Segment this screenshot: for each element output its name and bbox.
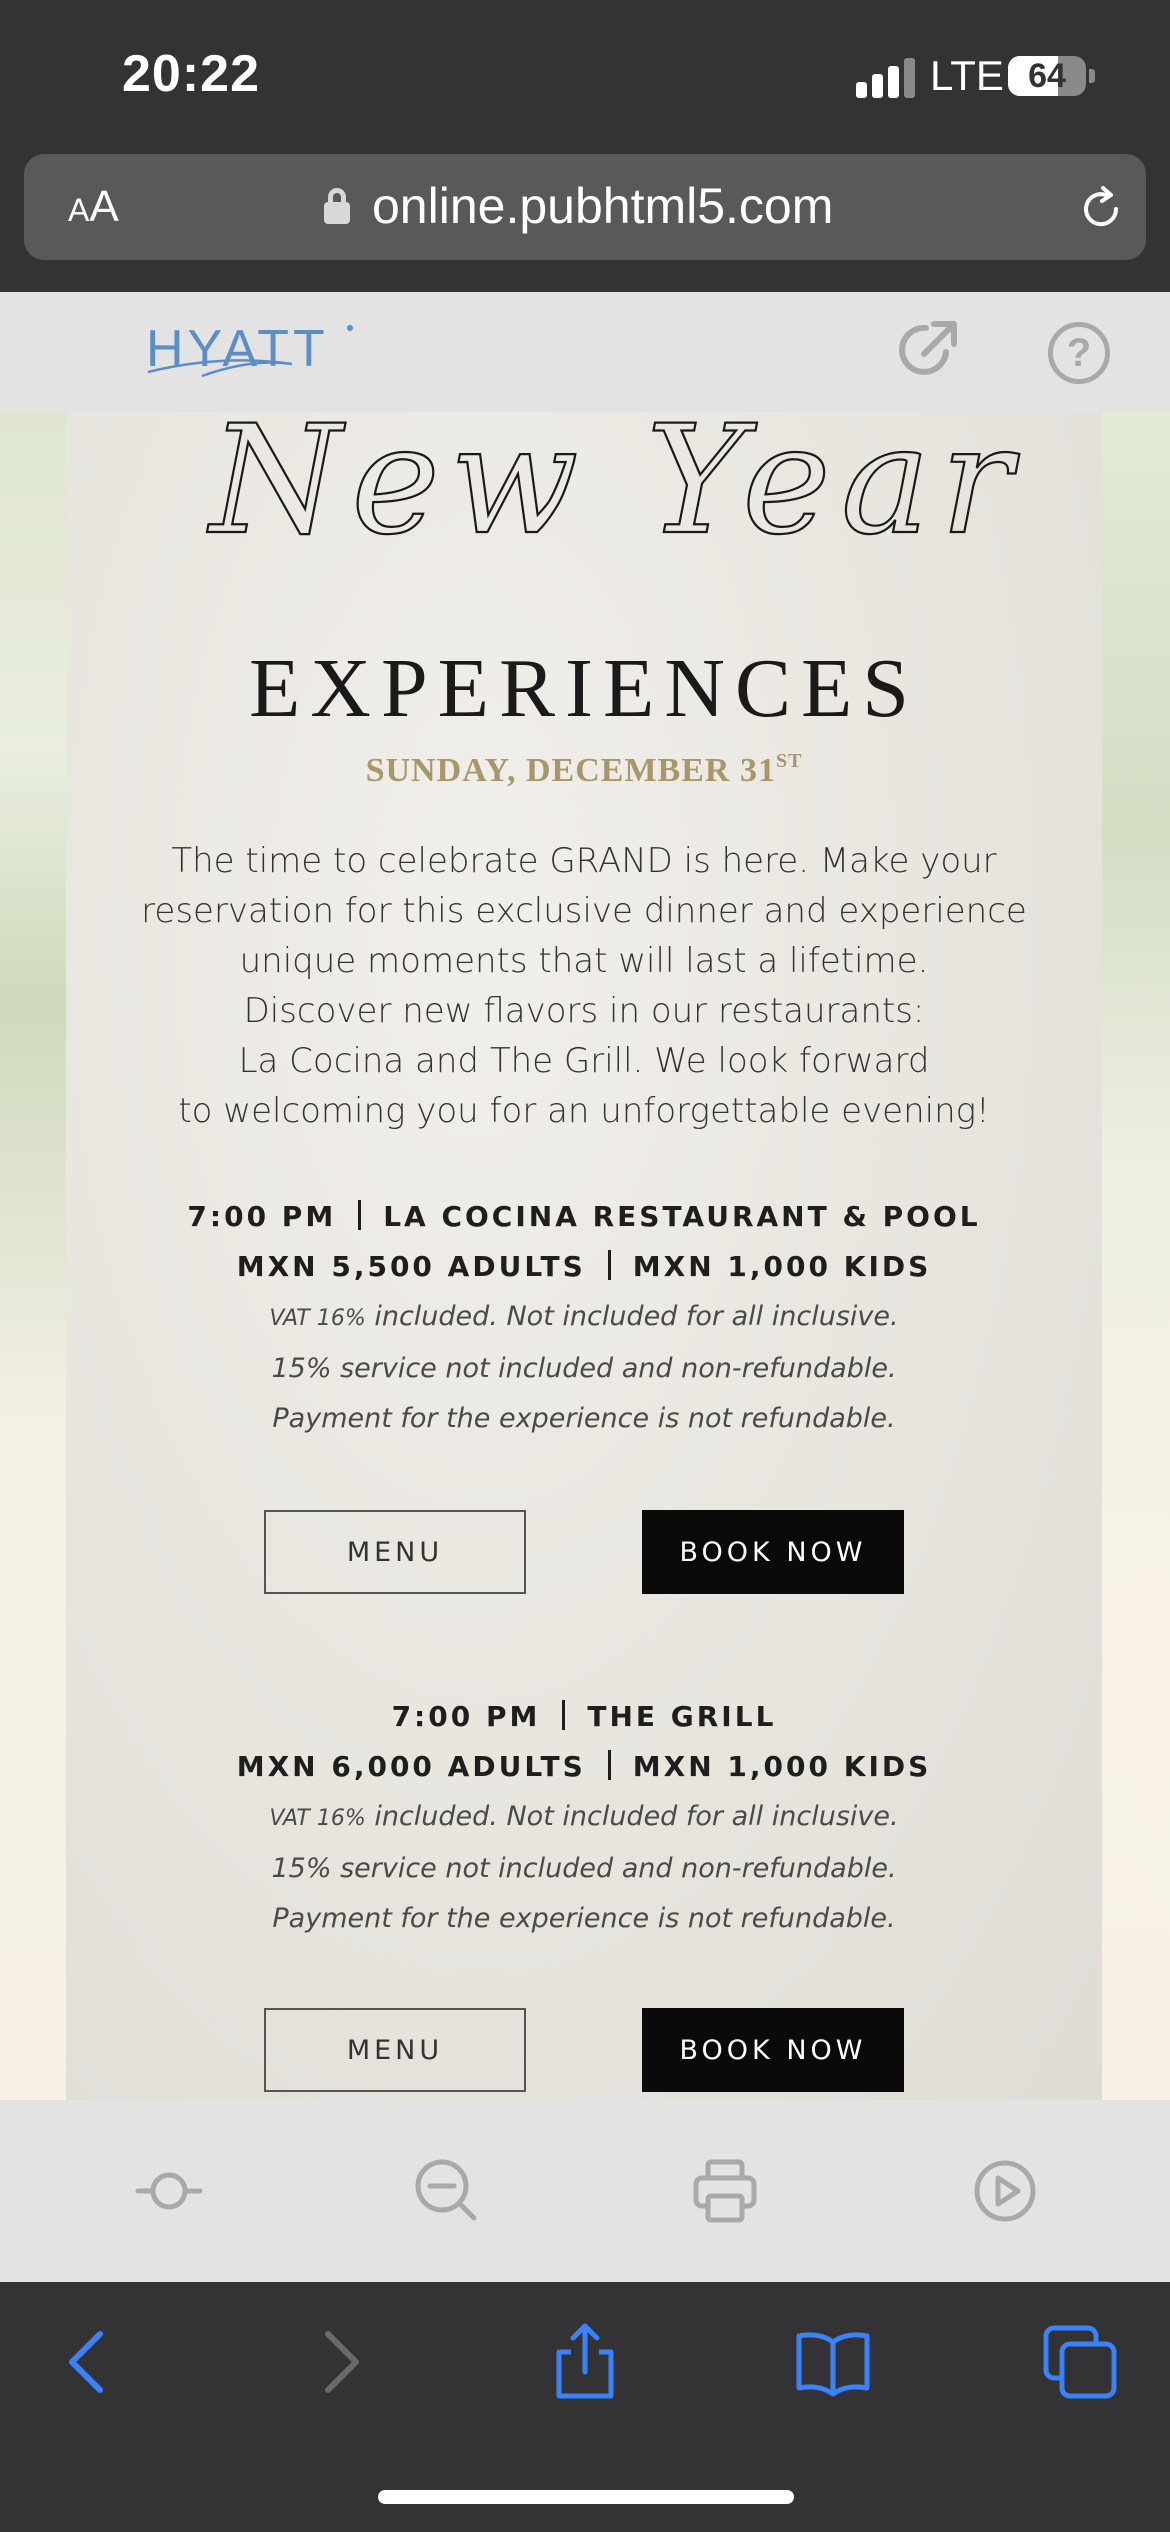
event-note-vat: VAT 16% included. Not included for all i… <box>269 1801 899 1832</box>
event-prices: MXN 6,000 ADULTS MXN 1,000 KIDS <box>236 1750 932 1783</box>
lock-icon <box>324 188 350 224</box>
viewer-header: HYATT ? <box>0 292 1170 412</box>
network-type: LTE <box>930 52 1004 99</box>
event-time-venue: 7:00 PM THE GRILL <box>391 1700 777 1733</box>
url-field[interactable]: online.pubhtml5.com <box>324 178 833 234</box>
reader-settings-button[interactable]: AA <box>68 182 119 232</box>
flipbook-viewer: HYATT ? New Year EXPERIENCES SUNDAY, DEC… <box>0 292 1170 2100</box>
battery-tip <box>1089 69 1095 83</box>
fit-page-icon[interactable] <box>134 2156 204 2226</box>
help-icon[interactable]: ? <box>1048 322 1110 384</box>
svg-text:HYATT: HYATT <box>146 320 329 378</box>
event-the-grill: 7:00 PM THE GRILL MXN 6,000 ADULTS MXN 1,0… <box>66 1692 1102 1944</box>
event-note-service: 15% service not included and non-refunda… <box>271 1353 897 1384</box>
home-indicator[interactable] <box>378 2490 794 2504</box>
status-time: 20:22 <box>122 45 260 103</box>
background-left <box>0 412 68 2100</box>
address-bar[interactable]: AA online.pubhtml5.com <box>24 154 1146 260</box>
menu-button-the-grill[interactable]: MENU <box>264 2008 526 2092</box>
print-icon[interactable] <box>690 2156 760 2226</box>
headline: EXPERIENCES <box>248 642 920 735</box>
tabs-icon[interactable] <box>1040 2322 1120 2402</box>
zoom-out-icon[interactable] <box>412 2156 482 2226</box>
book-now-button-the-grill[interactable]: BOOK NOW <box>642 2008 904 2092</box>
signal-strength-icon <box>856 58 916 98</box>
back-icon[interactable] <box>48 2322 128 2402</box>
book-now-button-la-cocina[interactable]: BOOK NOW <box>642 1510 904 1594</box>
intro-text: The time to celebrate GRAND is here. Mak… <box>141 841 1027 1131</box>
event-date: SUNDAY, DECEMBER 31ST <box>365 750 803 789</box>
status-bar: 20:22 LTE 64 <box>0 0 1170 150</box>
autoplay-icon[interactable] <box>970 2156 1040 2226</box>
event-prices: MXN 5,500 ADULTS MXN 1,000 KIDS <box>236 1250 932 1283</box>
forward-icon[interactable] <box>300 2322 380 2402</box>
share-external-icon[interactable] <box>896 318 960 382</box>
event-la-cocina: 7:00 PM LA COCINA RESTAURANT & POOL MXN 5… <box>66 1192 1102 1444</box>
event-note-service: 15% service not included and non-refunda… <box>271 1853 897 1884</box>
hyatt-logo[interactable]: HYATT <box>142 314 362 394</box>
viewer-controls <box>0 2100 1170 2282</box>
background-right <box>1100 412 1170 2100</box>
event-note-payment: Payment for the experience is not refund… <box>272 1903 896 1934</box>
event-note-vat: VAT 16% included. Not included for all i… <box>269 1301 899 1332</box>
script-title: New Year <box>206 412 1022 569</box>
reload-icon[interactable] <box>1076 184 1126 234</box>
battery-icon: 64 <box>1008 56 1086 96</box>
share-icon[interactable] <box>545 2322 625 2402</box>
battery-level: 64 <box>1028 57 1066 95</box>
menu-button-la-cocina[interactable]: MENU <box>264 1510 526 1594</box>
flyer-page: New Year EXPERIENCES SUNDAY, DECEMBER 31… <box>66 412 1102 2100</box>
event-time-venue: 7:00 PM LA COCINA RESTAURANT & POOL <box>187 1200 981 1233</box>
svg-text:New Year: New Year <box>207 412 1022 568</box>
event-note-payment: Payment for the experience is not refund… <box>272 1403 896 1434</box>
url-text: online.pubhtml5.com <box>372 178 834 234</box>
bookmarks-icon[interactable] <box>793 2322 873 2402</box>
